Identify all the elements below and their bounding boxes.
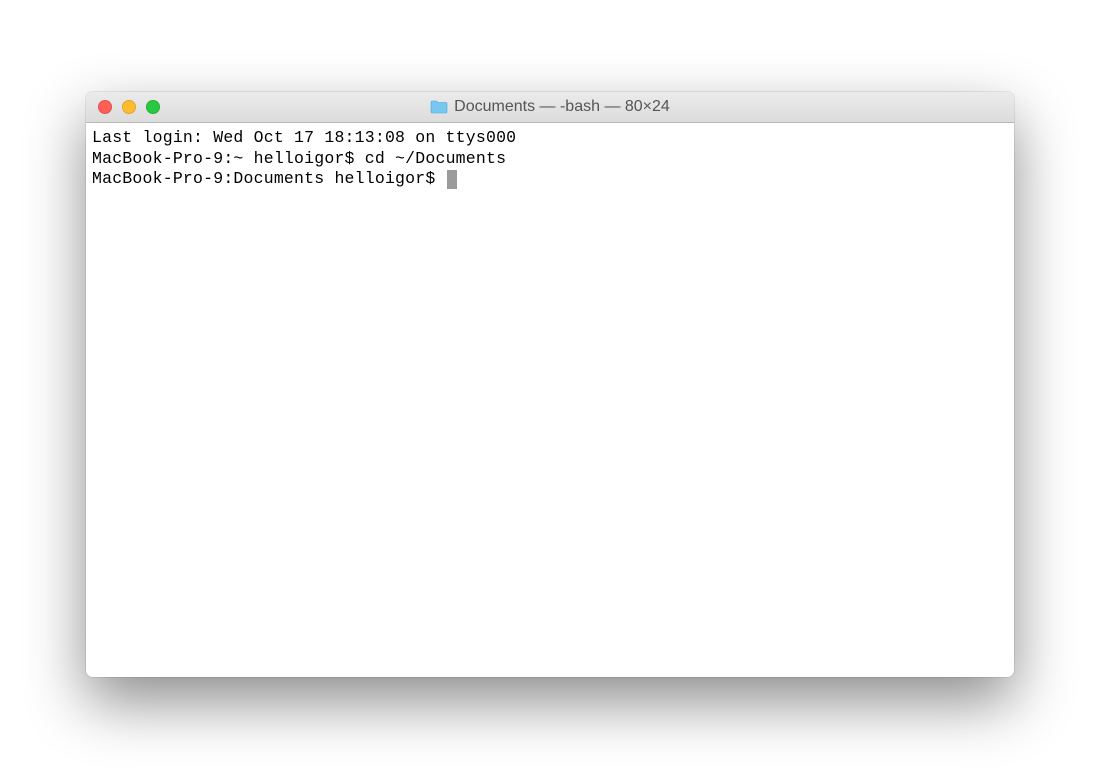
window-title-wrap: Documents — -bash — 80×24 [86,98,1014,116]
maximize-button[interactable] [146,100,160,114]
command-1: cd ~/Documents [365,149,506,168]
terminal-body[interactable]: Last login: Wed Oct 17 18:13:08 on ttys0… [86,123,1014,677]
folder-icon [430,100,448,114]
titlebar[interactable]: Documents — -bash — 80×24 [86,92,1014,123]
prompt-2: MacBook-Pro-9:Documents helloigor$ [92,169,446,188]
terminal-window: Documents — -bash — 80×24 Last login: We… [86,92,1014,677]
terminal-line-3: MacBook-Pro-9:Documents helloigor$ [92,169,1008,190]
window-title: Documents — -bash — 80×24 [454,98,670,116]
traffic-lights [86,100,160,114]
minimize-button[interactable] [122,100,136,114]
terminal-line-1: Last login: Wed Oct 17 18:13:08 on ttys0… [92,128,1008,149]
terminal-line-2: MacBook-Pro-9:~ helloigor$ cd ~/Document… [92,149,1008,170]
close-button[interactable] [98,100,112,114]
cursor [447,170,457,189]
prompt-1: MacBook-Pro-9:~ helloigor$ [92,149,365,168]
